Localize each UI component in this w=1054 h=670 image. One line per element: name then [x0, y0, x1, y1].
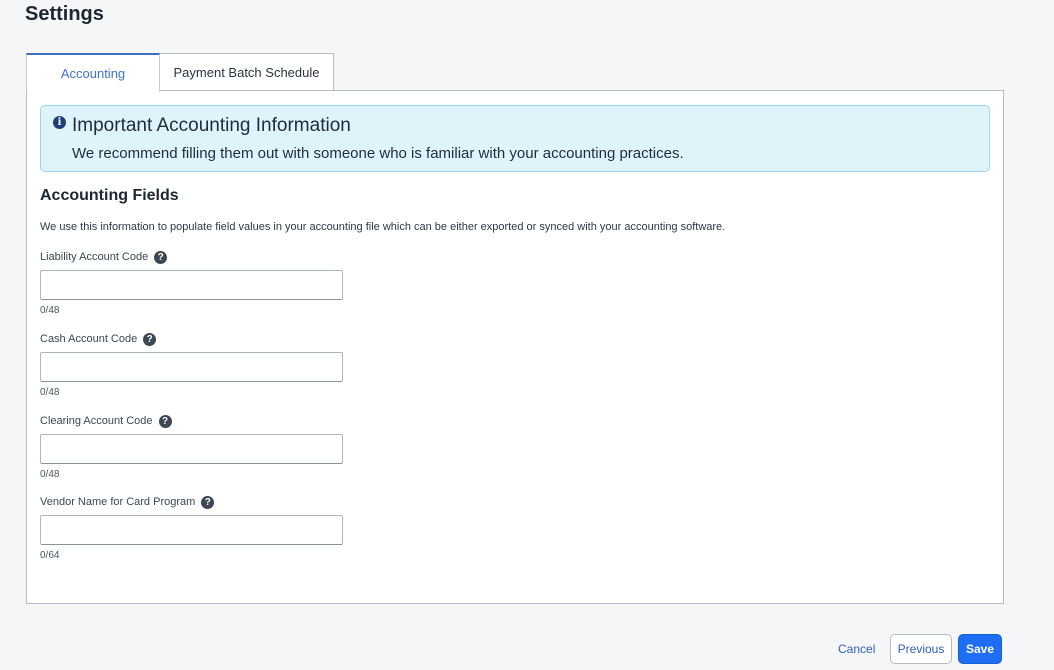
vendor-name-field: Vendor Name for Card Program ? 0/64: [40, 494, 343, 561]
info-circle-icon: i: [53, 116, 66, 129]
tab-payment-batch-schedule[interactable]: Payment Batch Schedule: [159, 53, 334, 91]
help-icon[interactable]: ?: [158, 414, 172, 428]
info-banner-text: We recommend filling them out with someo…: [72, 145, 684, 162]
accounting-panel: i Important Accounting Information We re…: [26, 90, 1004, 604]
character-counter: 0/48: [40, 469, 60, 480]
cash-account-code-label: Cash Account Code: [40, 333, 138, 345]
tab-bar: Accounting Payment Batch Schedule: [26, 53, 334, 92]
tab-accounting[interactable]: Accounting: [26, 53, 160, 92]
clearing-account-code-input[interactable]: [40, 434, 343, 464]
clearing-account-code-label: Clearing Account Code: [40, 415, 153, 427]
page-title: Settings: [25, 3, 104, 25]
vendor-name-label: Vendor Name for Card Program: [40, 496, 196, 508]
clearing-account-code-field: Clearing Account Code ? 0/48: [40, 413, 343, 480]
character-counter: 0/48: [40, 305, 60, 316]
previous-button[interactable]: Previous: [890, 634, 952, 664]
liability-account-code-input[interactable]: [40, 270, 343, 300]
character-counter: 0/48: [40, 387, 60, 398]
liability-account-code-label: Liability Account Code: [40, 251, 149, 263]
info-banner: i Important Accounting Information We re…: [40, 105, 990, 172]
cash-account-code-field: Cash Account Code ? 0/48: [40, 331, 343, 398]
section-description: We use this information to populate fiel…: [40, 221, 726, 233]
cancel-button[interactable]: Cancel: [838, 638, 875, 660]
character-counter: 0/64: [40, 550, 60, 561]
help-icon[interactable]: ?: [154, 250, 168, 264]
save-button[interactable]: Save: [958, 634, 1002, 664]
cash-account-code-input[interactable]: [40, 352, 343, 382]
settings-page: Settings Accounting Payment Batch Schedu…: [0, 0, 1054, 670]
info-banner-title: Important Accounting Information: [72, 115, 351, 136]
help-icon[interactable]: ?: [143, 332, 157, 346]
help-icon[interactable]: ?: [201, 495, 215, 509]
section-title: Accounting Fields: [40, 187, 179, 204]
liability-account-code-field: Liability Account Code ? 0/48: [40, 249, 343, 316]
vendor-name-input[interactable]: [40, 515, 343, 545]
